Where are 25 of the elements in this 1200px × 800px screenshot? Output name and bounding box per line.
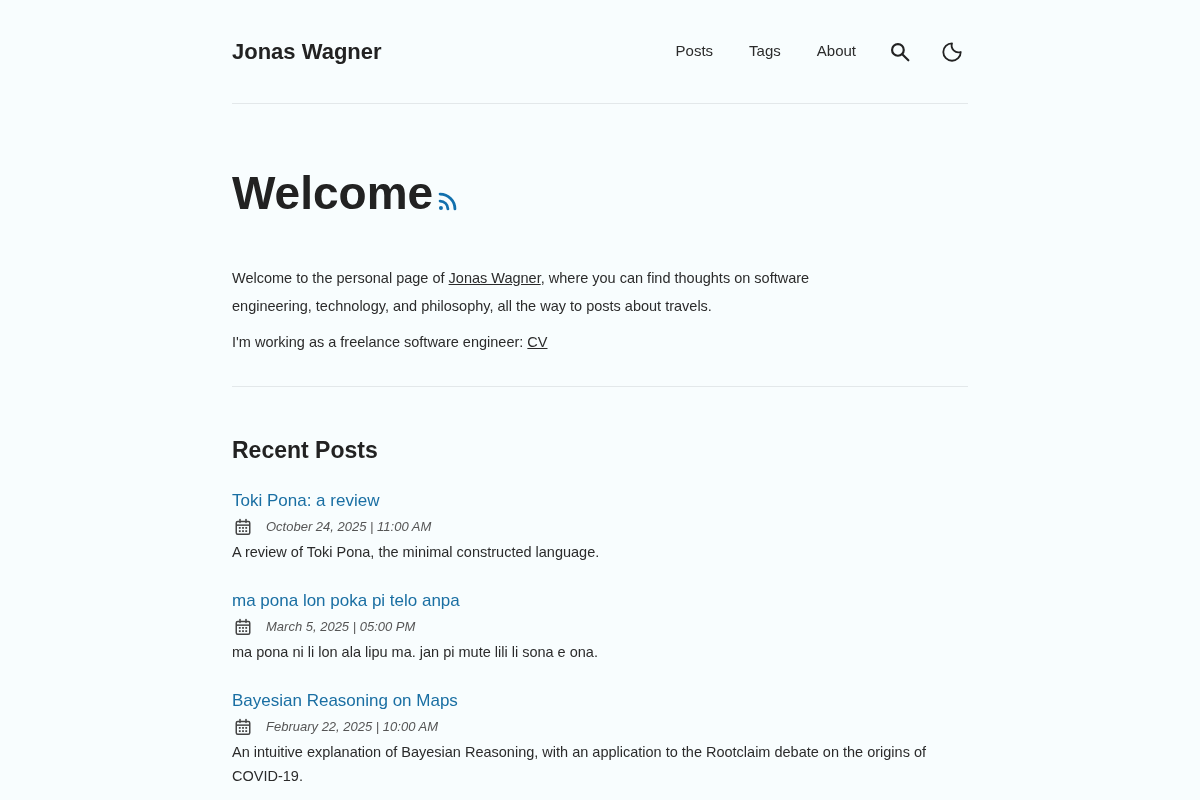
site-title[interactable]: Jonas Wagner	[232, 35, 382, 68]
rss-icon[interactable]	[437, 191, 459, 212]
page-heading: Welcome	[232, 166, 434, 220]
post-date: October 24, 2025 | 11:00 AM	[266, 517, 432, 536]
post-description: An intuitive explanation of Bayesian Reasoning, with an application to the Rootclaim debate on the origins of COVID-19.	[232, 742, 928, 786]
post-description: ma pona ni li lon ala lipu ma. jan pi mute lili li sona e ona.	[232, 642, 599, 662]
search-icon	[890, 41, 910, 62]
calendar-icon	[234, 617, 252, 636]
post-title-link[interactable]: ma pona lon poka pi telo anpa	[232, 587, 460, 614]
inline-link[interactable]: Jonas Wagner	[448, 270, 541, 286]
moon-icon	[941, 40, 963, 63]
post-title-link[interactable]: Toki Pona: a review	[232, 487, 380, 514]
post-description: A review of Toki Pona, the minimal constructed language.	[232, 542, 601, 562]
calendar-icon	[234, 517, 252, 536]
nav-link[interactable]: Posts	[657, 36, 732, 67]
inline-link[interactable]: CV	[527, 334, 548, 350]
intro-paragraph: Welcome to the personal page of Jonas Wagner, where you can find thoughts on software engineering, technology, and philosophy, all the way to posts about travels.	[232, 269, 811, 316]
section-heading: Recent Posts	[232, 436, 379, 465]
intro-paragraph: I'm working as a freelance software engineer: CV	[232, 333, 549, 352]
nav-link[interactable]: Tags	[731, 36, 799, 67]
post-date: February 22, 2025 | 10:00 AM	[266, 717, 438, 736]
calendar-icon	[234, 717, 252, 736]
post-title-link[interactable]: Bayesian Reasoning on Maps	[232, 687, 458, 714]
post-date: March 5, 2025 | 05:00 PM	[266, 617, 416, 636]
nav-link[interactable]: About	[798, 36, 874, 67]
